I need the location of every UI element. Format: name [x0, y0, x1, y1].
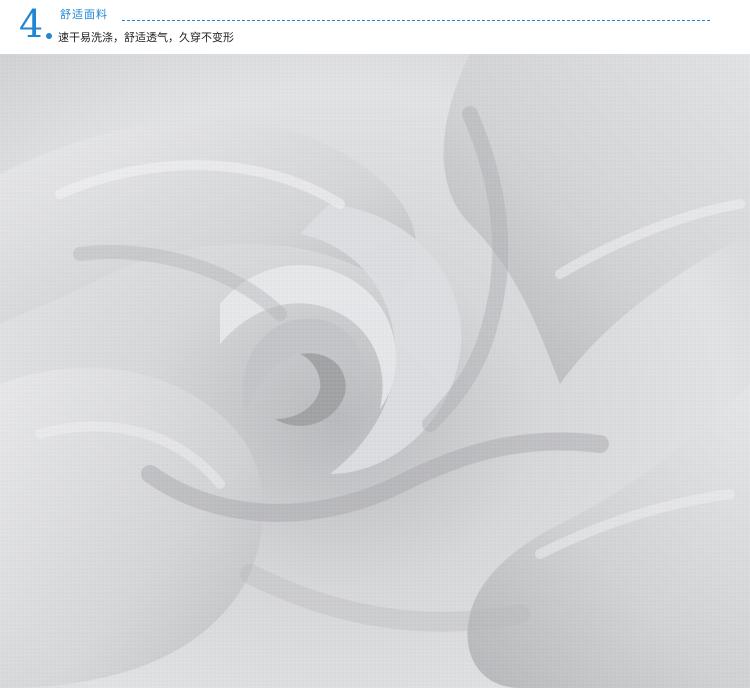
title-divider [122, 20, 710, 21]
product-detail-section: 4 舒适面料 速干易洗涤，舒适透气，久穿不变形 [0, 0, 750, 696]
section-number-dot [46, 33, 52, 39]
section-subtitle: 速干易洗涤，舒适透气，久穿不变形 [58, 31, 234, 44]
section-number: 4 [19, 2, 44, 46]
section-title: 舒适面料 [60, 8, 108, 21]
bottom-margin [0, 688, 750, 696]
fabric-swirl-image [0, 54, 750, 688]
section-header: 4 舒适面料 速干易洗涤，舒适透气，久穿不变形 [0, 0, 750, 54]
